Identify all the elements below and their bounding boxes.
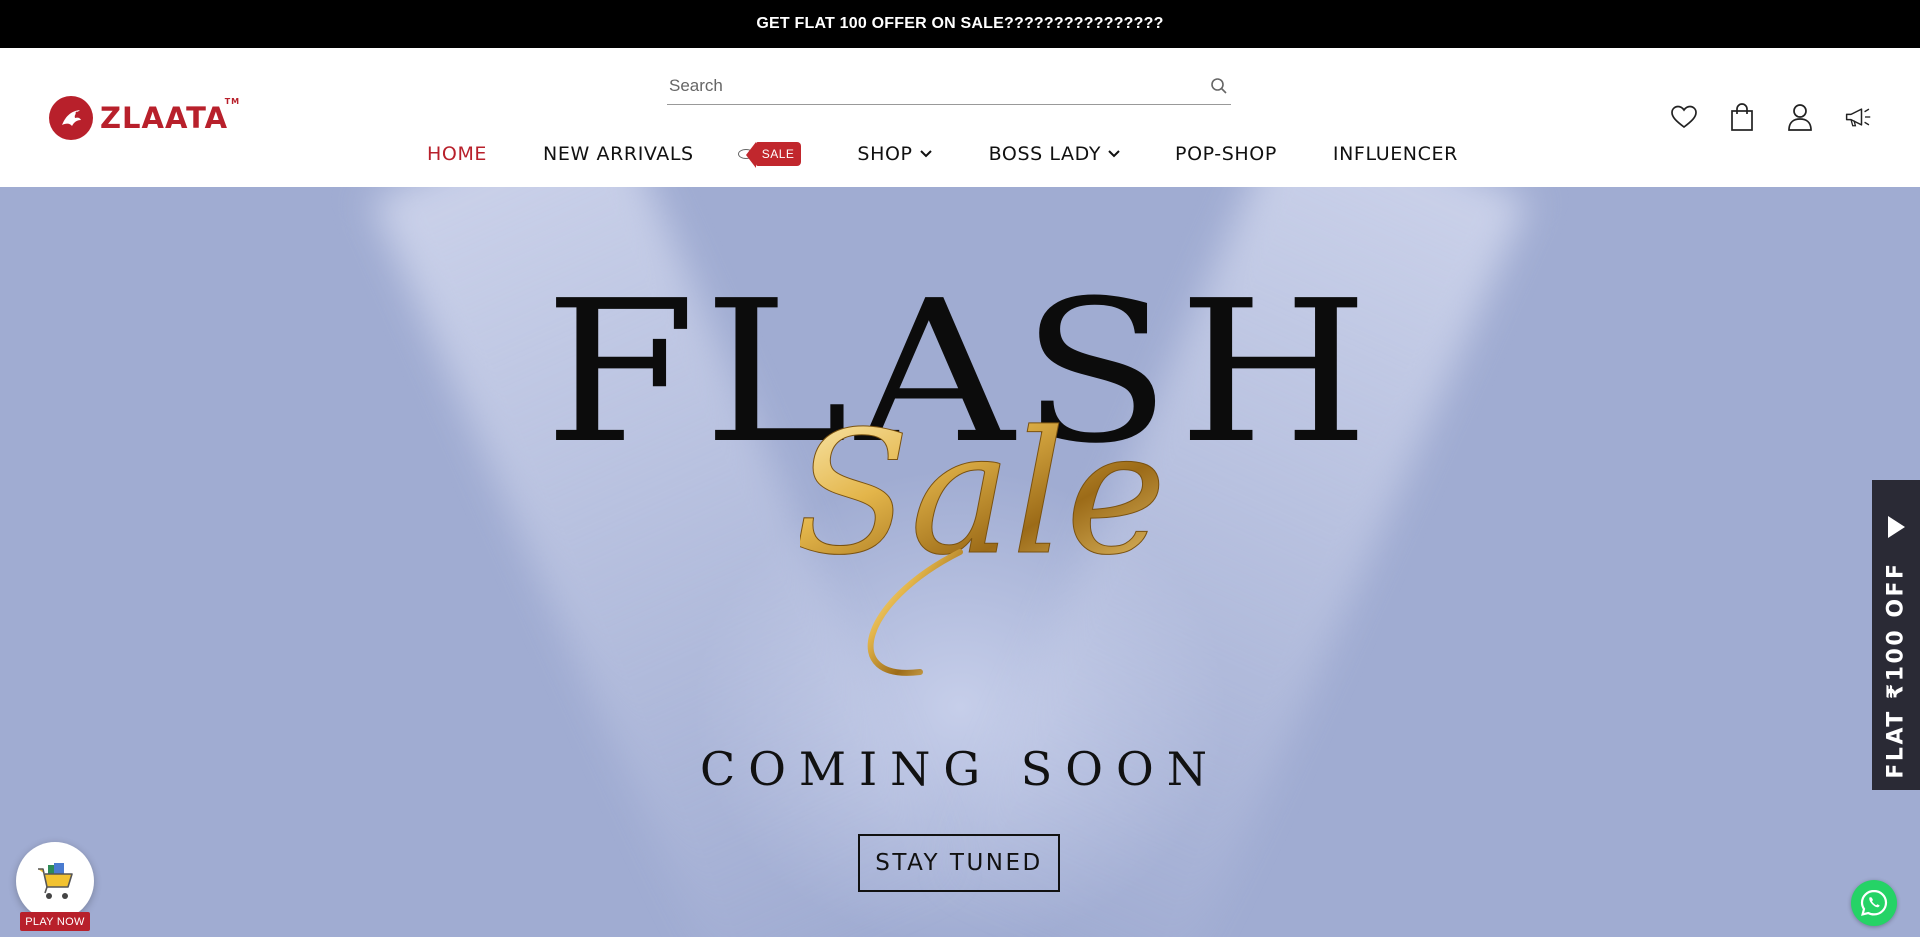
sale-tag-icon: SALE <box>737 142 802 168</box>
announcement-text: GET FLAT 100 OFFER ON SALE??????????????… <box>756 15 1164 32</box>
nav-item-influencer[interactable]: INFLUENCER <box>1333 143 1458 165</box>
play-now-label: PLAY NOW <box>20 912 90 931</box>
hero-banner: FLASH Sale COMING SOON STAY TUNED FLAT ₹… <box>0 187 1920 937</box>
nav-item-home[interactable]: HOME <box>427 143 487 165</box>
play-now-widget[interactable]: PLAY NOW <box>16 842 94 942</box>
hero-subtitle: COMING SOON <box>700 742 1220 796</box>
stay-tuned-button[interactable]: STAY TUNED <box>858 834 1060 892</box>
shopping-bag-icon[interactable] <box>1728 102 1756 132</box>
site-header: ZLAATATM HOME NEW ARRIVALS SALE SHOP BOS… <box>0 48 1920 187</box>
brand-name: ZLAATA TM <box>100 97 241 135</box>
header-icons <box>1670 102 1872 132</box>
announcement-bar: GET FLAT 100 OFFER ON SALE??????????????… <box>0 0 1920 48</box>
user-icon[interactable] <box>1786 102 1814 132</box>
phoenix-logo-icon <box>49 96 93 140</box>
sale-tag-label: SALE <box>745 142 802 168</box>
megaphone-icon[interactable] <box>1844 102 1872 132</box>
search-icon[interactable] <box>1207 74 1231 98</box>
whatsapp-chat-button[interactable] <box>1851 880 1897 926</box>
chevron-down-icon <box>1108 150 1120 158</box>
sale-script-text: Sale <box>800 395 1160 593</box>
side-offer-text: FLAT ₹100 OFF <box>1883 561 1909 779</box>
chevron-down-icon <box>919 150 932 158</box>
shopping-cart-icon <box>16 842 94 920</box>
trademark: TM <box>224 97 241 106</box>
nav-item-pop-shop[interactable]: POP-SHOP <box>1175 143 1277 165</box>
nav-item-new-arrivals[interactable]: NEW ARRIVALS <box>543 143 694 165</box>
search-input[interactable] <box>667 76 1207 96</box>
nav-item-boss-lady[interactable]: BOSS LADY <box>989 143 1121 165</box>
heart-icon[interactable] <box>1670 102 1698 132</box>
brand-logo[interactable]: ZLAATA TM <box>49 96 241 140</box>
play-triangle-icon <box>1888 516 1905 538</box>
sale-script-graphic: Sale <box>800 395 1160 676</box>
whatsapp-icon <box>1860 889 1888 916</box>
nav-item-sale[interactable]: SALE <box>737 142 802 168</box>
side-offer-tab[interactable]: FLAT ₹100 OFF <box>1872 480 1920 790</box>
main-nav: HOME NEW ARRIVALS SALE SHOP BOSS LADY PO… <box>427 134 1458 174</box>
nav-item-shop[interactable]: SHOP <box>857 143 932 165</box>
search-bar <box>667 68 1231 105</box>
